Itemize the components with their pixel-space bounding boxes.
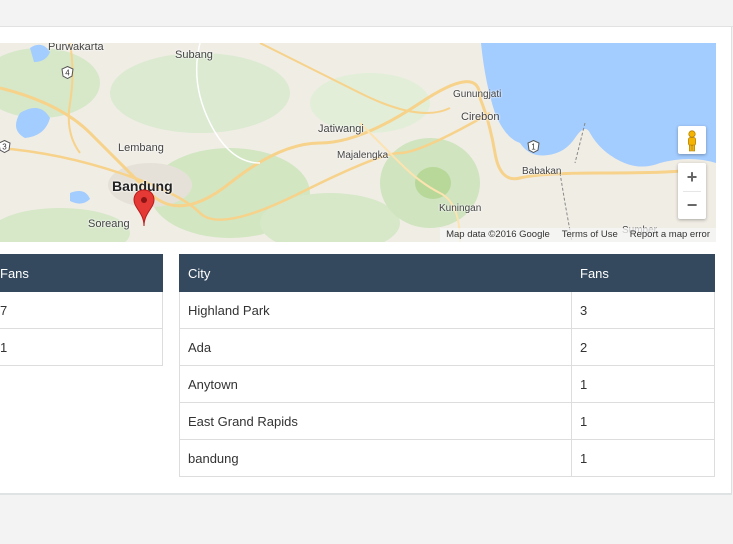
fans-cell: 1: [571, 439, 715, 477]
place-label: Lembang: [118, 142, 164, 154]
table-header-row: City Fans: [179, 254, 715, 292]
table-row: 7: [0, 291, 163, 329]
zoom-out-button[interactable]: −: [678, 191, 706, 219]
place-label: Soreang: [88, 218, 130, 230]
table-row: Anytown 1: [179, 365, 715, 403]
svg-text:3: 3: [2, 143, 7, 152]
column-header-city: City: [179, 254, 572, 292]
place-label: Gunungjati: [453, 89, 502, 100]
table-row: Highland Park 3: [179, 291, 715, 329]
svg-text:1: 1: [531, 143, 536, 152]
column-header-fans: Fans: [0, 254, 163, 292]
fans-cell: 3: [571, 291, 715, 329]
map-view[interactable]: Purwakarta Subang Gunungjati Cirebon Jat…: [0, 43, 716, 242]
place-label: Kuningan: [439, 203, 482, 214]
city-cell: East Grand Rapids: [179, 402, 572, 440]
table-row: East Grand Rapids 1: [179, 402, 715, 440]
table-header-row: Fans: [0, 254, 163, 292]
road-marker-icon: 3: [0, 140, 11, 153]
street-view-control[interactable]: [678, 126, 706, 154]
table-row: 1: [0, 328, 163, 366]
road-marker-icon: 1: [527, 140, 540, 153]
road-marker-icon: 4: [61, 66, 74, 79]
fans-cell: 2: [571, 328, 715, 366]
terms-of-use-link[interactable]: Terms of Use: [555, 228, 624, 242]
table-row: bandung 1: [179, 439, 715, 477]
fans-cell: 7: [0, 291, 163, 329]
svg-text:4: 4: [65, 69, 70, 78]
report-map-error-link[interactable]: Report a map error: [623, 228, 716, 242]
place-label: Majalengka: [337, 150, 389, 161]
map-pin-icon[interactable]: [133, 189, 155, 227]
map-data-credit: Map data ©2016 Google: [440, 228, 556, 242]
city-cell: Ada: [179, 328, 572, 366]
pegman-icon: [688, 130, 696, 152]
city-cell: Anytown: [179, 365, 572, 403]
city-fans-table: City Fans Highland Park 3 Ada 2 Anytown …: [179, 254, 715, 477]
city-cell: Highland Park: [179, 291, 572, 329]
place-label: Cirebon: [461, 111, 500, 123]
table-row: Ada 2: [179, 328, 715, 366]
fans-cell: 1: [571, 402, 715, 440]
zoom-control: + −: [678, 163, 706, 219]
place-label: Babakan: [522, 166, 562, 177]
place-label: Subang: [175, 49, 213, 61]
place-label: Purwakarta: [48, 43, 104, 53]
fans-cell: 1: [0, 328, 163, 366]
city-cell: bandung: [179, 439, 572, 477]
zoom-in-button[interactable]: +: [678, 163, 706, 191]
top-bar: [0, 0, 733, 27]
map-background: [0, 43, 716, 242]
column-header-fans: Fans: [571, 254, 715, 292]
place-label: Jatiwangi: [318, 123, 364, 135]
fans-cell: 1: [571, 365, 715, 403]
map-attribution: Map data ©2016 Google Terms of Use Repor…: [440, 228, 716, 242]
fans-table-left: Fans 7 1: [0, 254, 163, 366]
